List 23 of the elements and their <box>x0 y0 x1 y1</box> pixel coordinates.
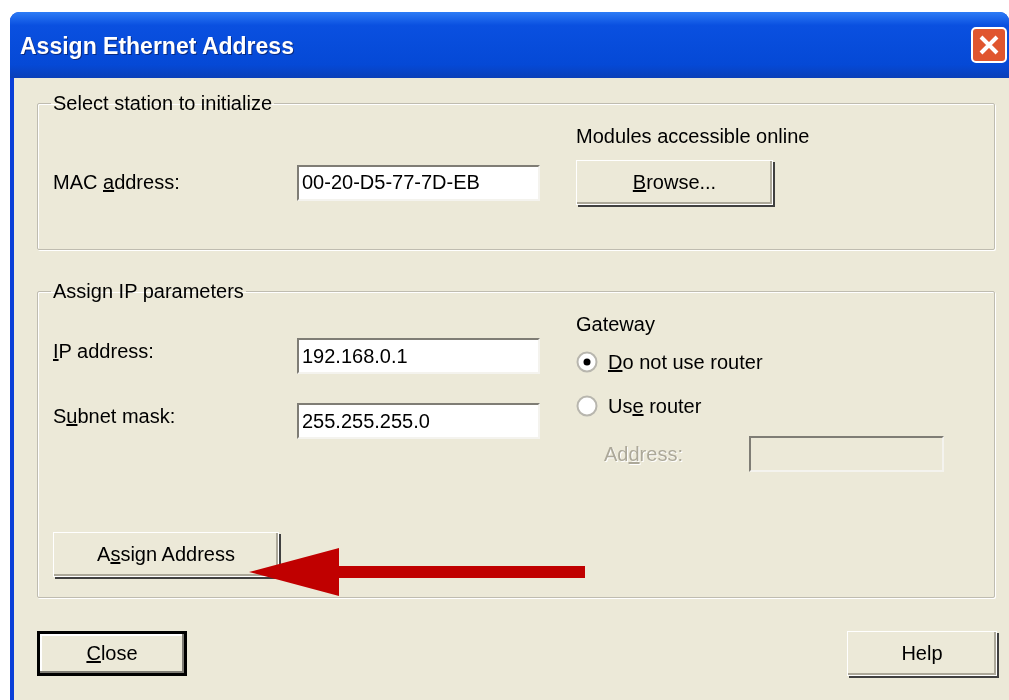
gateway-heading: Gateway <box>576 313 656 336</box>
radio-label: Use router <box>608 394 702 418</box>
dialog-button[interactable]: Close <box>37 631 187 676</box>
radio-label: Do not use router <box>608 350 763 374</box>
arrow-icon <box>249 548 585 596</box>
radio-button[interactable] <box>576 351 598 373</box>
field-label: Subnet mask: <box>53 403 177 429</box>
text-field[interactable]: 255.255.255.0 <box>297 403 540 439</box>
window-title: Assign Ethernet Address <box>20 32 294 60</box>
online-label: Modules accessible online <box>576 125 811 148</box>
address-field[interactable] <box>749 436 944 472</box>
mac-label: MAC address: <box>53 171 181 194</box>
group-legend: Assign IP parameters <box>51 280 246 303</box>
group-legend: Select station to initialize <box>51 92 274 115</box>
close-icon[interactable] <box>971 27 1007 63</box>
browse-button[interactable]: Browse... <box>576 160 773 205</box>
radio-button[interactable] <box>576 395 598 417</box>
dialog-button[interactable]: Help <box>847 631 997 676</box>
mac-field[interactable]: 00-20-D5-77-7D-EB <box>297 164 540 201</box>
field-label: IP address: <box>53 338 155 364</box>
address-label: Address: <box>604 442 684 466</box>
text-field[interactable]: 192.168.0.1 <box>297 338 540 374</box>
assign-address-button[interactable]: Assign Address <box>53 532 279 577</box>
